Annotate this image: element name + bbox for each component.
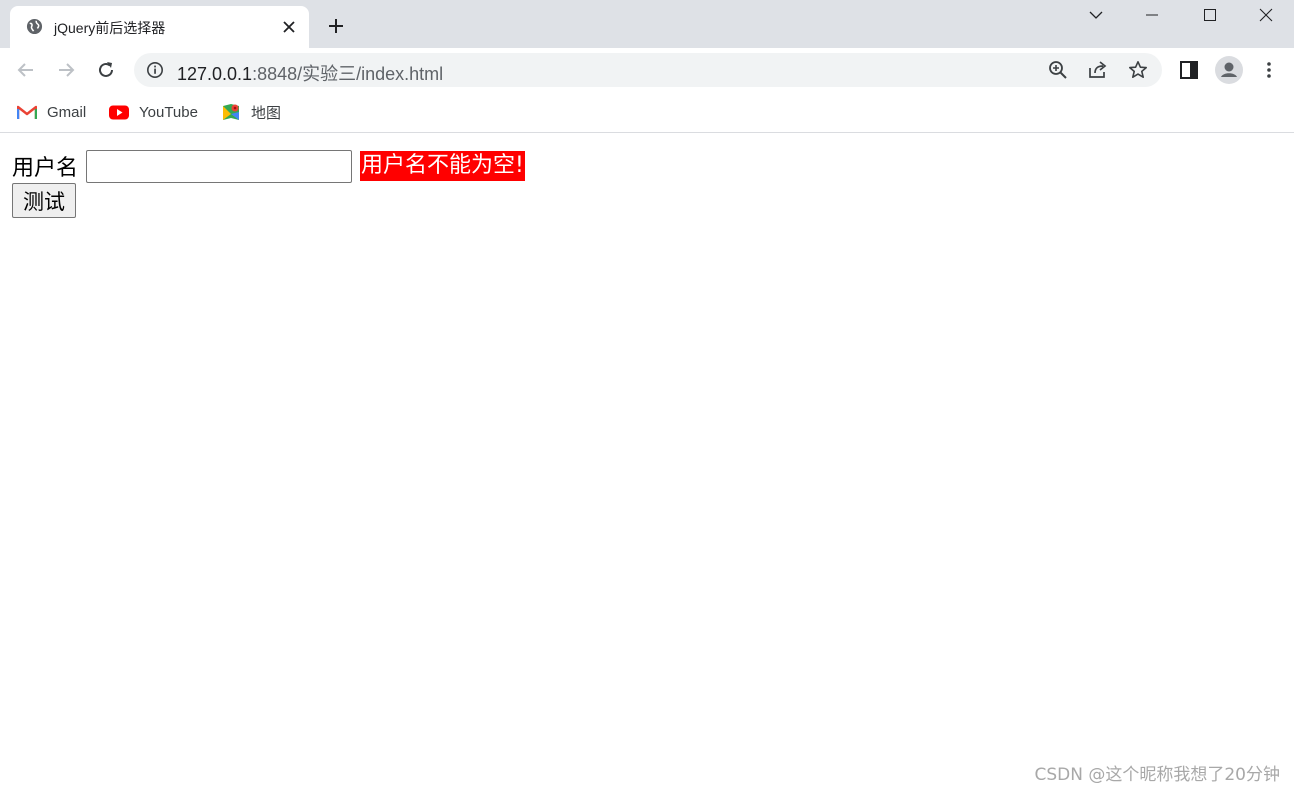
bookmark-star-icon[interactable]	[1128, 60, 1148, 80]
close-window-icon[interactable]	[1238, 0, 1294, 30]
maps-icon	[221, 104, 241, 120]
reload-icon[interactable]	[92, 56, 120, 84]
close-tab-icon[interactable]	[280, 18, 298, 36]
browser-tab[interactable]: jQuery前后选择器	[10, 6, 309, 48]
more-menu-icon[interactable]	[1257, 58, 1281, 82]
tab-strip: jQuery前后选择器	[0, 0, 1294, 48]
bookmark-label: Gmail	[47, 103, 87, 121]
bookmark-youtube[interactable]: YouTube	[109, 101, 198, 123]
youtube-icon	[109, 104, 129, 120]
url-host: 127.0.0.1	[177, 64, 253, 84]
forward-icon[interactable]	[52, 56, 80, 84]
bookmark-label: YouTube	[139, 103, 198, 121]
browser-toolbar: 127.0.0.1:8848/实验三/index.html	[0, 48, 1294, 92]
address-bar[interactable]: 127.0.0.1:8848/实验三/index.html	[134, 53, 1162, 87]
bookmark-gmail[interactable]: Gmail	[17, 101, 86, 123]
bookmark-label: 地图	[251, 104, 282, 122]
zoom-icon[interactable]	[1048, 60, 1068, 80]
bookmark-maps[interactable]: 地图	[221, 101, 281, 123]
username-input[interactable]	[86, 149, 353, 183]
username-form-row: 用户名 用户名不能为空!	[12, 149, 525, 183]
site-info-icon[interactable]	[146, 61, 164, 79]
profile-avatar-icon[interactable]	[1215, 56, 1243, 84]
url-text: 127.0.0.1:8848/实验三/index.html	[177, 60, 443, 86]
back-icon[interactable]	[12, 56, 40, 84]
maximize-icon[interactable]	[1182, 0, 1238, 30]
bookmarks-bar: Gmail YouTube 地图	[0, 92, 1294, 133]
csdn-watermark: CSDN @这个昵称我想了20分钟	[1034, 765, 1280, 785]
minimize-icon[interactable]	[1124, 0, 1180, 30]
tab-title: jQuery前后选择器	[54, 20, 166, 36]
page-content: 用户名 用户名不能为空! 测试 CSDN @这个昵称我想了20分钟	[0, 134, 1294, 793]
test-button[interactable]: 测试	[12, 183, 76, 218]
error-message: 用户名不能为空!	[360, 151, 525, 181]
gmail-icon	[17, 104, 37, 120]
share-icon[interactable]	[1088, 60, 1108, 80]
username-label: 用户名	[12, 156, 79, 181]
globe-icon	[26, 18, 43, 35]
url-path: :8848/实验三/index.html	[252, 64, 444, 84]
side-panel-icon[interactable]	[1177, 58, 1201, 82]
new-tab-icon[interactable]	[324, 14, 348, 38]
tab-search-icon[interactable]	[1068, 0, 1124, 30]
